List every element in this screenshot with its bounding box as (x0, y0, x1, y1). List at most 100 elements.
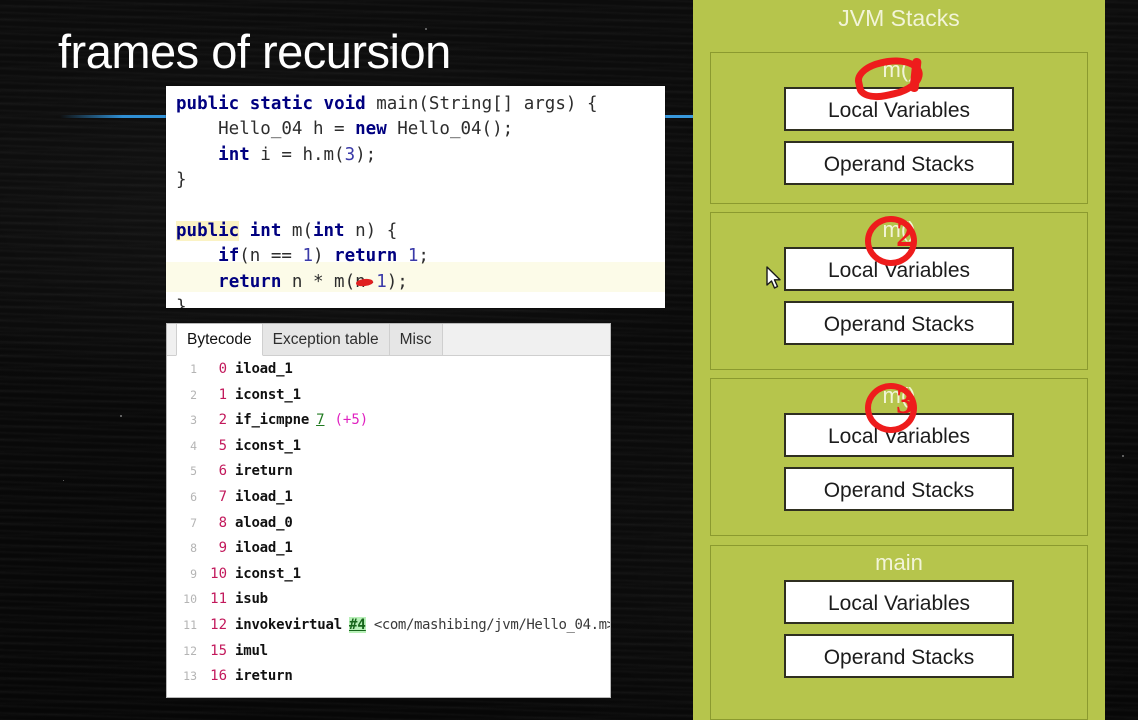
bytecode-line-number: 4 (190, 438, 197, 453)
bytecode-panel: Bytecode Exception table Misc 1 0 iload_1 2 1 i… (166, 323, 611, 698)
code-token: i = h.m( (249, 144, 345, 165)
bytecode-opcode: isub (235, 591, 268, 608)
stack-frame-label: m() (882, 57, 916, 82)
code-token: int (218, 144, 250, 165)
code-token: n) { (344, 220, 398, 241)
code-token: 3 (344, 144, 356, 165)
bytecode-line-number: 1 (190, 362, 197, 376)
bytecode-offset: 1 (218, 386, 227, 403)
bytecode-opcode: if_icmpne (235, 412, 310, 429)
jvm-stacks-title: JVM Stacks (838, 5, 960, 31)
code-token: Hello_04 h = (176, 119, 356, 140)
bytecode-branch-target[interactable]: 7 (316, 412, 324, 428)
tab-bytecode[interactable]: Bytecode (176, 324, 263, 356)
bytecode-offset: 15 (210, 642, 227, 659)
bytecode-opcode: aload_0 (235, 514, 293, 531)
code-line: Hello_04 h = new Hello_04(); (176, 117, 665, 142)
bytecode-opcode: ireturn (235, 463, 293, 480)
code-token: static (249, 94, 313, 114)
local-variables-slot: Local Variables (784, 580, 1014, 624)
bytecode-offset: 16 (210, 668, 227, 685)
operand-stacks-slot: Operand Stacks (784, 301, 1014, 345)
code-token: Hello_04(); (386, 119, 514, 140)
bytecode-offset: 0 (218, 361, 227, 377)
bytecode-line-number: 7 (190, 515, 197, 530)
bytecode-tabstrip: Bytecode Exception table Misc (167, 324, 610, 356)
bytecode-line-number: 8 (190, 541, 197, 556)
bytecode-row[interactable]: 1 0 iload_1 (167, 361, 610, 387)
bytecode-offset: 11 (210, 591, 227, 608)
local-variables-slot: Local Variables (784, 413, 1014, 457)
stack-frame: main Local Variables Operand Stacks (710, 545, 1088, 720)
local-variables-slot: Local Variables (784, 87, 1014, 131)
bytecode-line-number: 11 (183, 617, 197, 632)
bytecode-offset: 7 (218, 488, 227, 505)
bytecode-offset: 9 (218, 540, 227, 557)
code-line: } (176, 295, 665, 308)
bytecode-row[interactable]: 4 5 iconst_1 (167, 438, 610, 464)
bytecode-branch-delta: (+5) (334, 412, 369, 429)
java-source-lines: public static void main(String[] args) {… (166, 86, 665, 308)
bytecode-row[interactable]: 10 11 isub (167, 591, 610, 617)
code-token: int (312, 220, 345, 241)
bytecode-constpool-ref[interactable]: #4 (348, 616, 366, 633)
tab-misc[interactable]: Misc (388, 324, 443, 355)
code-token: m( (281, 220, 313, 241)
code-token: } (176, 170, 187, 191)
bytecode-opcode: invokevirtual (235, 616, 342, 633)
code-token: ) (313, 246, 335, 267)
code-token: ); (355, 144, 377, 165)
bytecode-listing: 1 0 iload_1 2 1 iconst_1 3 2 if_icmpne 7 (+5) 4 5 ico… (167, 356, 610, 694)
code-token: 1 (302, 246, 313, 267)
bytecode-line-number: 6 (190, 489, 197, 504)
bytecode-opcode: imul (235, 642, 268, 659)
bytecode-row[interactable]: 8 9 iload_1 (167, 540, 610, 566)
code-token: 1 (376, 271, 387, 292)
bytecode-row[interactable]: 6 7 iload_1 (167, 489, 610, 515)
bytecode-line-number: 10 (183, 592, 197, 607)
bytecode-row[interactable]: 13 16 ireturn (167, 668, 610, 694)
code-line: public int m(int n) { (176, 219, 665, 244)
page-title: frames of recursion (58, 25, 451, 78)
code-token: if (218, 246, 240, 267)
bytecode-row[interactable]: 3 2 if_icmpne 7 (+5) (167, 412, 610, 438)
bytecode-line-number: 5 (190, 464, 197, 479)
bytecode-line-number: 2 (190, 387, 197, 402)
bytecode-offset: 8 (218, 514, 227, 531)
bytecode-line-number: 12 (183, 643, 197, 658)
bytecode-row[interactable]: 7 8 aload_0 (167, 515, 610, 541)
slide-stage: frames of recursion public static void m… (0, 0, 1138, 720)
bytecode-row[interactable]: 2 1 iconst_1 (167, 387, 610, 413)
tab-exception-table[interactable]: Exception table (261, 324, 390, 355)
mouse-cursor (766, 266, 784, 292)
bytecode-opcode: ireturn (235, 668, 293, 685)
operand-stacks-slot: Operand Stacks (784, 467, 1014, 511)
bytecode-opcode: iconst_1 (235, 386, 301, 403)
bytecode-row[interactable]: 11 12 invokevirtual #4 <com/mashibing/jvm/He… (167, 616, 610, 643)
stack-frame-label: main (875, 550, 923, 575)
bytecode-offset: 5 (218, 437, 227, 454)
bytecode-row[interactable]: 12 15 imul (167, 643, 610, 669)
stack-frame-label: m() (882, 383, 916, 408)
bytecode-line-number: 9 (190, 566, 197, 581)
jvm-stacks-panel: JVM Stacks m() Local Variables Operand Sta… (693, 0, 1105, 720)
code-token: main(String[] args) { (365, 94, 598, 114)
code-token: public (176, 220, 240, 241)
bytecode-row[interactable]: 9 10 iconst_1 (167, 566, 610, 592)
code-token: } (176, 297, 187, 308)
code-token: ; (418, 246, 429, 267)
bytecode-line-number: 13 (183, 669, 197, 684)
code-line: if(n == 1) return 1; (176, 244, 665, 269)
bytecode-row[interactable]: 5 6 ireturn (167, 463, 610, 489)
code-token: ); (386, 271, 408, 292)
bytecode-opcode: iload_1 (235, 488, 293, 505)
stack-frame: m() Local Variables Operand Stacks (710, 52, 1088, 204)
stack-frame: m() Local Variables Operand Stacks (710, 378, 1088, 536)
